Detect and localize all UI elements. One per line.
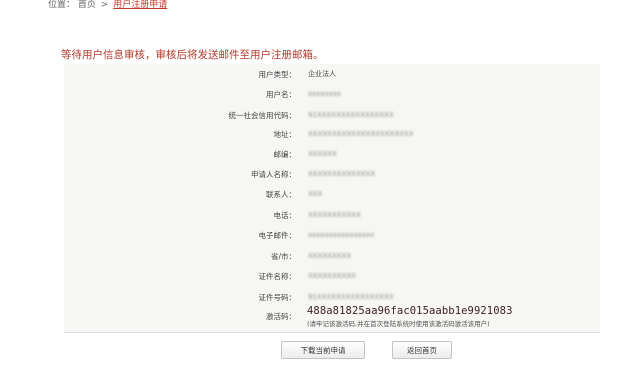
activation-code-label: 激活码： [266, 312, 296, 321]
divider [64, 332, 600, 333]
field-username: 用户名： xxxxxxxx [64, 84, 600, 104]
field-credit-code: 统一社会信用代码： 91XXXXXXXXXXXXXXXX [64, 105, 600, 125]
field-value: xxxxxxxx [308, 90, 342, 98]
breadcrumb-prefix: 位置： [48, 0, 76, 10]
field-certificate-number: 证件号码： 91XXXXXXXXXXXXXXXX [64, 287, 600, 307]
field-value: XXXXXXXXXX [308, 272, 356, 280]
breadcrumb-current: 用户注册申请 [113, 0, 168, 10]
breadcrumb: 位置： 首页 > 用户注册申请 [0, 0, 640, 14]
field-applicant-name: 申请人名称： XXXXXXXXXXXXXX [64, 164, 600, 184]
field-label: 统一社会信用代码： [228, 110, 297, 120]
field-label: 证件名称： [258, 271, 297, 281]
field-label: 地址： [273, 129, 297, 139]
field-value: XXXXXX [308, 150, 337, 158]
return-home-button[interactable]: 返回首页 [392, 341, 452, 359]
field-label: 申请人名称： [251, 169, 296, 179]
download-application-button[interactable]: 下载当前申请 [281, 341, 365, 359]
field-user-type: 用户类型： 企业法人 [64, 64, 600, 84]
field-value: XXX [308, 190, 323, 198]
field-phone: 电话： XXXXXXXXXXX [64, 205, 600, 225]
activation-code-value: 488a81825aa96fac015aabb1e9921083 [307, 305, 513, 317]
field-value: XXXXXXXXXXX [308, 211, 361, 219]
field-label: 电话： [273, 210, 297, 220]
review-notice: 等待用户信息审核，审核后将发送邮件至用户注册邮箱。 [61, 49, 324, 61]
activation-code-block: 488a81825aa96fac015aabb1e9921083 (请牢记该激活… [307, 305, 513, 328]
field-label: 联系人： [266, 189, 296, 199]
breadcrumb-separator: > [100, 0, 109, 10]
field-value: XXXXXXXXXXXXXXXXXXXXXX [308, 130, 414, 138]
field-label: 用户名： [266, 89, 296, 99]
field-value: xxxxxxxxxxxxxxxx [308, 231, 375, 239]
field-label: 用户类型： [258, 69, 297, 79]
field-province-city: 省/市： XXXXXXXXX [64, 246, 600, 266]
field-postcode: 邮编： XXXXXX [64, 144, 600, 164]
field-email: 电子邮件： xxxxxxxxxxxxxxxx [64, 225, 600, 245]
field-certificate-name: 证件名称： XXXXXXXXXX [64, 266, 600, 286]
field-label: 证件号码： [258, 292, 297, 302]
field-value: 91XXXXXXXXXXXXXXXX [308, 111, 394, 119]
field-address: 地址： XXXXXXXXXXXXXXXXXXXXXX [64, 124, 600, 144]
field-value: XXXXXXXXX [308, 252, 352, 260]
field-label: 邮编： [273, 149, 297, 159]
activation-code-note: (请牢记该激活码,并在首次登陆系统时使用该激活码激活该用户) [307, 320, 490, 328]
field-label: 省/市： [270, 251, 296, 261]
field-value: XXXXXXXXXXXXXX [308, 170, 376, 178]
field-contact: 联系人： XXX [64, 184, 600, 204]
field-value: 企业法人 [308, 70, 336, 78]
breadcrumb-home-link[interactable]: 首页 [78, 0, 96, 10]
field-value: 91XXXXXXXXXXXXXXXX [308, 293, 394, 301]
field-label: 电子邮件： [258, 230, 297, 240]
